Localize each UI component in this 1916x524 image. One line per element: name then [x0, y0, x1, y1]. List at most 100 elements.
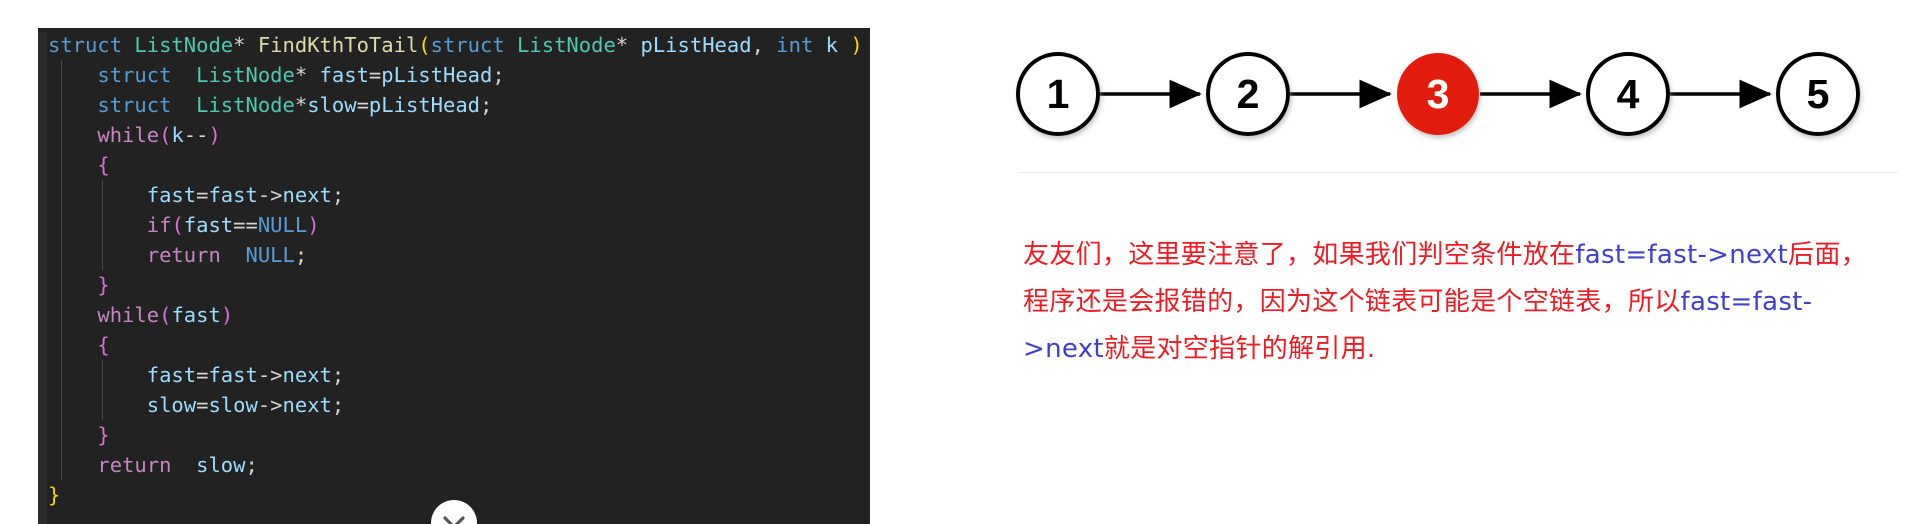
code-token: next [282, 183, 332, 207]
code-line-text: } [48, 420, 110, 450]
code-token: = [196, 183, 209, 207]
code-line-text: { [48, 330, 109, 360]
code-token: int [776, 33, 826, 57]
code-token: ) [307, 213, 320, 237]
code-token: * [294, 93, 308, 117]
code-token: slow [208, 393, 258, 417]
code-line-text: struct ListNode* fast=pListHead; [48, 60, 505, 90]
node-label: 2 [1237, 71, 1260, 117]
code-token: fast [183, 213, 234, 237]
code-token: , [751, 33, 777, 57]
code-token: pListHead [381, 63, 493, 87]
code-token: -> [257, 393, 283, 417]
code-token: fast [171, 303, 221, 327]
code-line-text: struct ListNode*slow=pListHead; [48, 90, 492, 120]
code-line-text: while(k--) [48, 120, 221, 150]
code-token: ( [159, 303, 172, 327]
code-token: fast [146, 183, 197, 207]
linked-list-node: 5 [1776, 52, 1860, 136]
code-token: ; [294, 243, 308, 267]
code-line: { [38, 330, 870, 360]
code-token: } [97, 273, 110, 297]
code-token: struct [48, 63, 197, 87]
node-label: 1 [1047, 71, 1070, 117]
code-token: if [146, 213, 172, 237]
code-line-text: } [48, 480, 60, 510]
code-line-text: fast=fast->next; [48, 180, 345, 210]
code-token: return [146, 243, 221, 267]
illustration-panel: 1 2 3 4 5 友友们，这里要注意了，如果我们判空条件放在fast=fast->ne… [1000, 0, 1916, 523]
code-line: fast=fast->next; [38, 180, 870, 210]
code-token: ( [418, 33, 431, 57]
code-block-panel: struct ListNode* FindKthToTail(struct Li… [38, 28, 870, 524]
code-line: while(fast) [38, 300, 870, 330]
code-token: pListHead [368, 93, 481, 117]
code-token: * [294, 63, 320, 87]
linked-list-node: 4 [1586, 52, 1670, 136]
code-line-text: if(fast==NULL) [48, 210, 320, 240]
code-token: ; [331, 393, 345, 417]
code-token: ; [492, 63, 505, 87]
code-token: ) [208, 123, 221, 147]
code-token: fast [208, 183, 258, 207]
code-token: -- [183, 123, 209, 147]
code-token: ListNode [196, 93, 295, 117]
code-line-text: return NULL; [48, 240, 307, 270]
code-token: fast [208, 363, 258, 387]
code-token: k [825, 33, 851, 57]
code-token: = [356, 93, 369, 117]
code-token: ; [331, 363, 345, 387]
code-token: struct [48, 93, 197, 117]
code-token: ListNode [196, 63, 295, 87]
code-line: return slow; [38, 450, 870, 480]
code-line-text: { [48, 150, 110, 180]
code-token: struct [48, 33, 135, 57]
code-line-text: slow=slow->next; [48, 390, 345, 420]
code-line: } [38, 270, 870, 300]
code-token: fast [146, 363, 197, 387]
code-token: } [97, 423, 110, 447]
code-token: fast [319, 63, 369, 87]
linked-list-diagram: 1 2 3 4 5 [1016, 52, 1860, 136]
code-line: struct ListNode* fast=pListHead; [38, 60, 870, 90]
code-line: return NULL; [38, 240, 870, 270]
code-token: { [97, 153, 110, 177]
code-token: ; [245, 453, 258, 477]
code-token: ( [171, 213, 184, 237]
code-line: struct ListNode* FindKthToTail(struct Li… [38, 30, 870, 60]
code-token: = [368, 63, 382, 87]
code-token: == [233, 213, 258, 237]
code-token: next [282, 393, 332, 417]
node-label: 4 [1617, 71, 1640, 117]
annotation-text-span: 友友们，这里要注意了，如果我们判空条件放在 [1023, 240, 1576, 270]
code-token: slow [196, 453, 246, 477]
code-line: } [38, 420, 870, 450]
code-line-text: while(fast) [48, 300, 233, 330]
code-token: -> [257, 363, 283, 387]
code-token: ListNode [517, 33, 616, 57]
code-line-text: fast=fast->next; [48, 360, 345, 390]
code-line: struct ListNode*slow=pListHead; [38, 90, 870, 120]
node-label: 5 [1807, 71, 1830, 117]
code-lines-container[interactable]: struct ListNode* FindKthToTail(struct Li… [38, 30, 870, 510]
code-token: pListHead [640, 33, 752, 57]
code-token: return [48, 453, 172, 477]
annotation-text: 友友们，这里要注意了，如果我们判空条件放在fast=fast->next后面，程… [1023, 232, 1893, 373]
code-token: ) [850, 33, 863, 57]
code-line: while(k--) [38, 120, 870, 150]
code-token: ; [331, 183, 345, 207]
code-line: { [38, 150, 870, 180]
linked-list-node: 2 [1206, 52, 1290, 136]
code-token: struct [430, 33, 518, 57]
